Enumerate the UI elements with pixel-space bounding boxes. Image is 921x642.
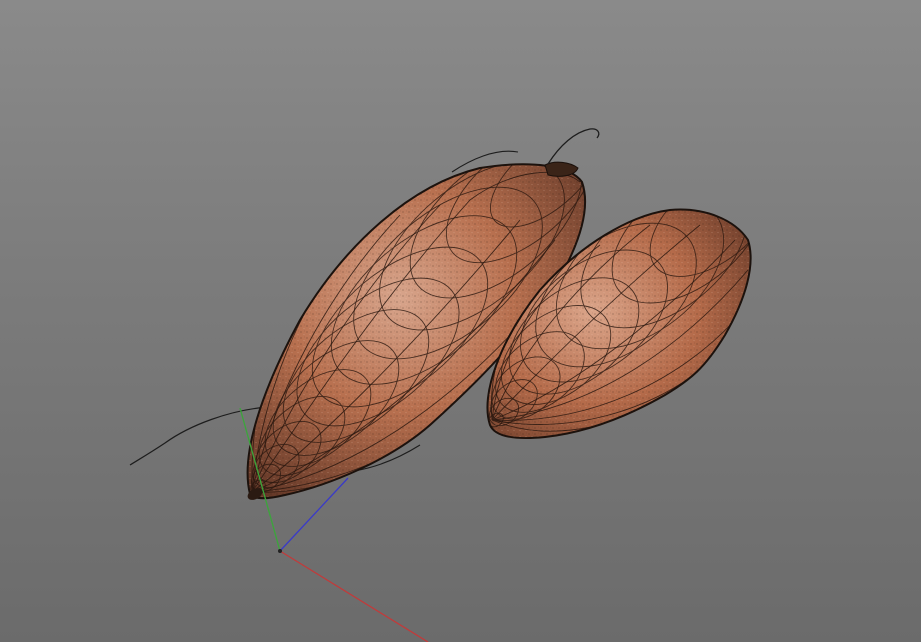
gizmo-origin[interactable]	[278, 549, 282, 553]
x-axis-line[interactable]	[279, 550, 429, 642]
3d-viewport[interactable]	[0, 0, 921, 642]
viewport-canvas[interactable]	[0, 0, 921, 642]
stem-hair-1	[547, 128, 600, 165]
